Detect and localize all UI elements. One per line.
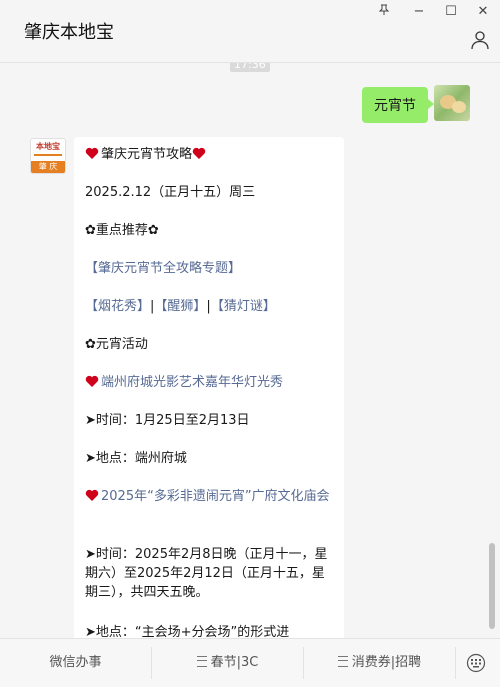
scrollbar-thumb[interactable] [489,543,495,629]
heart-icon [85,489,99,501]
menu-label: 消费券|招聘 [351,655,422,670]
title-bar: 肇庆本地宝 − ☐ ✕ [0,0,500,63]
article-card[interactable]: 肇庆元宵节攻略 2025.2.12（正月十五）周三 ✿重点推荐✿ 【肇庆元宵节全… [74,137,344,638]
menu-label: 春节|3C [210,655,259,670]
sent-message-bubble[interactable]: 元宵节 [362,87,434,123]
menu-divider [455,647,456,679]
link-lion-dance[interactable]: 【醒狮】 [154,299,206,314]
avatar-brand-text: 本地宝 [36,142,60,151]
link-fireworks[interactable]: 【烟花秀】 [85,299,150,314]
close-button[interactable]: ✕ [474,4,492,19]
pin-icon[interactable] [375,4,393,20]
account-avatar[interactable]: 本地宝 肇 庆 [30,138,66,174]
event1-place: ➤地点：端州府城 [85,451,187,466]
link-riddles[interactable]: 【猜灯谜】 [211,299,276,314]
heart-icon [85,147,99,159]
event1-title[interactable]: 端州府城光影艺术嘉年华灯光秀 [85,373,335,392]
chat-area[interactable]: 17:36 元宵节 本地宝 肇 庆 肇庆元宵节攻略 2025.2.12（正月十五… [0,63,500,638]
menu-bars-icon [196,656,207,667]
event2-time: ➤时间：2025年2月8日晚（正月十一，星期六）至2025年2月12日（正月十五… [85,547,328,600]
link-row: 【烟花秀】|【醒狮】|【猜灯谜】 [85,297,335,316]
event2-title[interactable]: 2025年“多彩非遗闹元宵”广府文化庙会 [85,487,335,506]
event1-title-text: 端州府城光影艺术嘉年华灯光秀 [101,375,284,390]
menu-bars-icon [337,656,348,667]
self-avatar[interactable] [434,85,470,121]
timestamp: 17:36 [230,63,270,72]
article-title-line: 肇庆元宵节攻略 [85,145,335,164]
menu-coupons-jobs[interactable]: 消费券|招聘 [304,639,455,687]
article-date: 2025.2.12（正月十五）周三 [85,185,256,200]
section-activities: ✿元宵活动 [85,337,148,352]
heart-icon [85,375,99,387]
article-title: 肇庆元宵节攻略 [101,147,193,162]
maximize-button[interactable]: ☐ [442,4,460,19]
menu-wechat-services[interactable]: 微信办事 [0,639,151,687]
heart-icon [192,147,206,159]
section-recommend: ✿重点推荐✿ [85,223,159,238]
event1-time: ➤时间：1月25日至2月13日 [85,413,250,428]
menu-spring-festival[interactable]: 春节|3C [152,639,303,687]
keyboard-icon[interactable] [466,653,486,673]
person-icon[interactable] [470,30,490,50]
bottom-menu-bar: 微信办事 春节|3C 消费券|招聘 [0,638,500,687]
event2-title-text: 2025年“多彩非遗闹元宵”广府文化庙会 [101,489,330,504]
link-topic[interactable]: 【肇庆元宵节全攻略专题】 [85,259,335,278]
event2-place: ➤地点：“主会场+分会场”的形式进 [85,625,290,638]
minimize-button[interactable]: − [410,4,428,19]
chat-title: 肇庆本地宝 [24,22,114,43]
avatar-city-text: 肇 庆 [31,161,65,173]
